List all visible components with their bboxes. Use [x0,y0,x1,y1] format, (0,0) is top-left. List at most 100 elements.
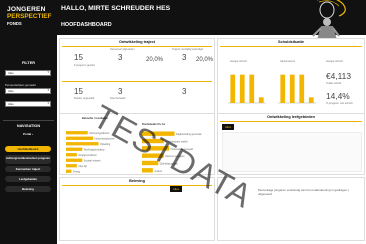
filter-select-2[interactable]: Alles [5,88,51,94]
kpi-doelen-value: 15 [74,87,83,96]
kpi-succesvol-value: 3 [118,53,123,62]
bar [299,74,305,103]
chart-aantal-eisers [278,74,316,104]
schuld-pct-caption: % jongeren met schuld [326,102,353,105]
nav-item-achtergrond[interactable]: Achtergrondkenmerken jongeren [5,155,51,164]
schuld-total-caption: Totale schuld [326,82,342,85]
section-title-leefgebieden: Ontwikkeling leefgebieden [267,115,315,119]
section-rule [62,185,212,186]
sidebar-divider [3,120,54,121]
greeting: HALLO, MIRTE SCHREUDER HES [61,5,171,12]
bar [66,169,72,173]
header: HALLO, MIRTE SCHREUDER HES HOOFDASHBOARD [57,0,366,40]
bar [66,164,77,168]
kpi-gestart-value: 15 [74,53,83,62]
schuld-col1-title: Hoogte schuld [230,60,247,63]
section-title-beleving: Beleving [129,179,145,183]
filter-title: FILTER [21,61,35,65]
filter-select-3[interactable]: Alles [5,101,51,107]
leefgebieden-filter-pill[interactable]: Alles [222,124,235,130]
kpi-voortijdig-pct: 20,0% [196,57,214,63]
kpi-gestart-caption: # jongeren gestart [74,64,95,67]
bar [66,153,77,157]
bar [66,142,99,146]
card-beleving: Beleving Alles [59,177,215,241]
card-bottom-percentage: Percentage jongeren voortdurig van het o… [217,177,365,241]
card-schuldsituatie: Schuldsituatie Hoogte schuld Aantal eise… [217,38,365,125]
section-rule [220,121,362,122]
bar [142,168,153,173]
schuld-pct-value: 14,4% [326,91,350,101]
bar-label: Huisvesting/wonen [95,137,116,140]
nav-item-hoofdashboard[interactable]: Hoofdashboard [5,146,51,152]
bar [142,153,164,158]
beleving-filter-pill[interactable]: Alles [170,186,183,192]
bar [66,136,94,140]
bar [142,146,170,151]
filter-select-1[interactable]: Alles [5,70,51,76]
bar-label: Inkomen/geld/werk [89,132,110,135]
bar-label: Opleiding gestart [160,162,178,165]
chart-behoefte: Inkomen/geld/werk Huisvesting/wonen Opleid… [66,131,116,173]
kpi-voortijdig-value: 3 [182,53,187,62]
brand-line3: FONDS [7,21,22,26]
section-title-ontwikkeling: Ontwikkeling traject [118,40,156,44]
bar [289,74,295,103]
section-rule [62,46,212,47]
nav-item-leefgebieden[interactable]: Leefgebieden [5,176,51,182]
bar-label: Zorg/gezondheid [78,154,97,157]
schuld-col3-title: Hoogte schuld [326,60,343,63]
bar [258,97,264,103]
nav-portal[interactable]: Portal › [5,131,51,137]
filter-label-2: Perspectiefplan gemaakt [5,83,36,87]
nav-item-beleving[interactable]: Beleving [5,186,51,192]
behoefte-right-title: Doelsituatie Ov. bv [142,123,166,126]
bar-label: Inkomen geregeld [165,155,185,158]
kpi-succesvol-caption: Succesvol afgesloten [110,48,135,51]
bottom-percentage-text: Percentage jongeren voortdurig van het o… [258,188,349,196]
section-title-schuld: Schuldsituatie [278,40,304,44]
bar-label: Overig [73,170,81,173]
kpi-doel-behaald-caption: Doel behaald [110,97,126,100]
bar-label: Vrije tijd [78,165,87,168]
brand-line1: JONGEREN [7,6,46,13]
section-rule [220,46,362,47]
leefgebieden-panel [222,132,362,172]
navigation-title: NAVIGATION [16,124,41,128]
sidebar: JONGEREN PERSPECTIEF FONDS FILTER Alles … [0,0,57,244]
chart-doelsituatie: Dagbesteding gevonden Schuldsituatie stab… [142,131,203,173]
nav-item-kenmerken[interactable]: Kenmerken traject [5,166,51,172]
bar [66,158,83,162]
bar [249,74,255,103]
kpi-voortijdig-caption: Traject voortijdig beëindigd [172,48,203,51]
bar [280,74,286,103]
bar [239,74,245,103]
bar-label: Sociaal netwerk [84,159,102,162]
bar-label: Huisvesting geregeld [171,148,194,151]
card-ontwikkeling-traject: Ontwikkeling traject 15 # jongeren gesta… [59,38,215,125]
bar-label: Schuldsituatie stabiel [165,140,188,143]
bar [230,74,236,103]
page-title: HOOFDASHBOARD [61,22,112,28]
bar [142,131,175,136]
chart-hoogte-schuld [228,74,266,104]
bar-label: Opleiding [100,143,111,146]
bar-label: Anders [154,170,162,173]
bar-label: Werk/dagbesteding [84,148,105,151]
bar-label: Dagbesteding gevonden [176,133,203,136]
bar [308,97,314,103]
brand-line2: PERSPECTIEF [7,13,52,20]
kpi-succesvol-pct: 20,0% [146,57,164,63]
bar [66,147,83,151]
bar [142,138,164,144]
row-rule [62,81,212,82]
kpi-doel-behaald-value: 3 [118,87,123,96]
lightbulb-illustration-icon [312,0,346,40]
section-title-behoefte: Behoefte / resultaten [82,117,108,120]
schuld-total-value: €4,113 [326,71,351,81]
brand-logo[interactable]: JONGEREN PERSPECTIEF FONDS [2,4,55,32]
bar [142,160,159,166]
schuld-col2-title: Aantal eisers [280,60,295,63]
kpi-doelen-caption: Doelen opgesteld [74,97,95,100]
card-behoefte: Behoefte / resultaten Doelsituatie Ov. b… [59,113,215,175]
